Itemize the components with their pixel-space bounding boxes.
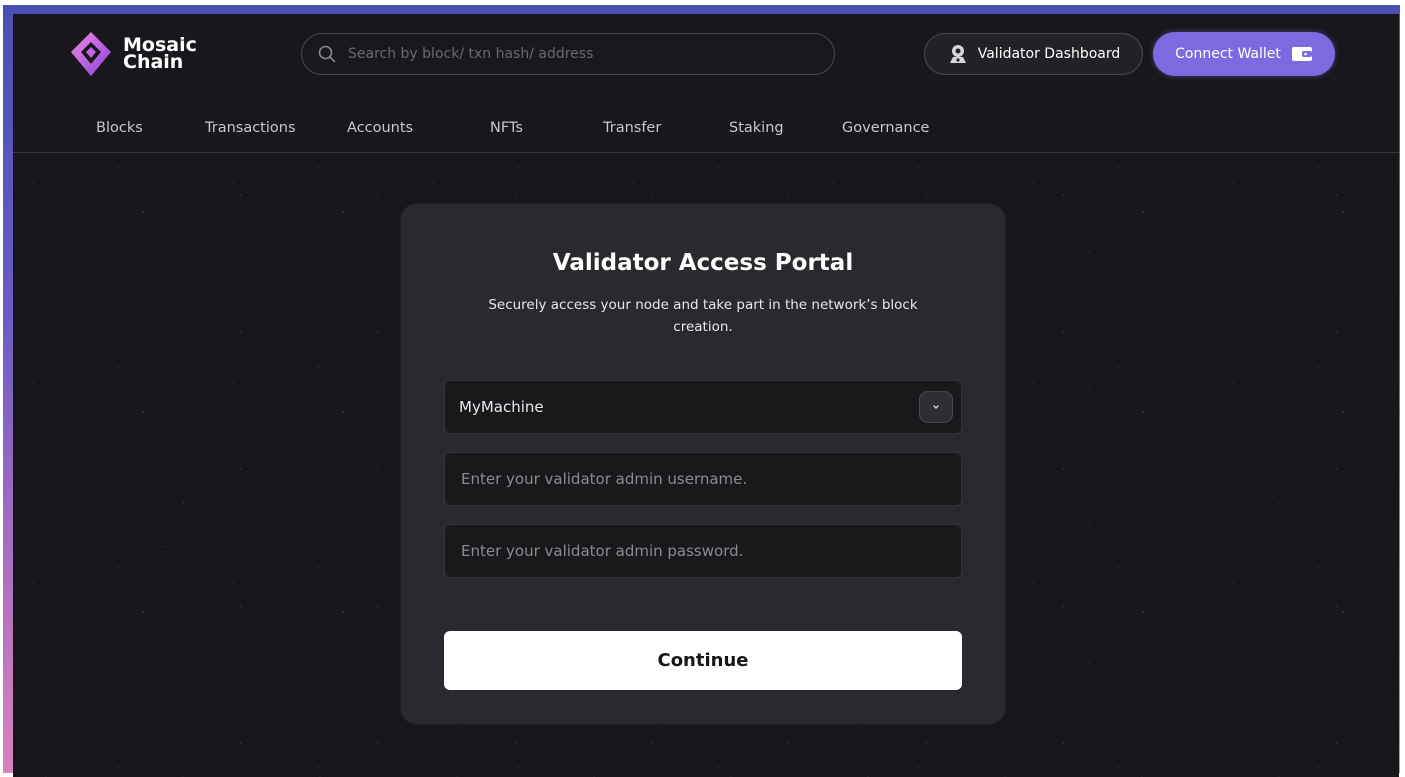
username-field[interactable] bbox=[444, 452, 962, 506]
nav-governance[interactable]: Governance bbox=[842, 120, 929, 136]
nav-accounts[interactable]: Accounts bbox=[347, 120, 413, 136]
portal-title: Validator Access Portal bbox=[552, 250, 854, 276]
continue-button[interactable]: Continue bbox=[444, 631, 962, 690]
machine-select[interactable]: MyMachine bbox=[444, 380, 962, 434]
password-field[interactable] bbox=[444, 524, 962, 578]
wallet-icon bbox=[1291, 47, 1312, 61]
brand-name-line2: Chain bbox=[123, 51, 184, 73]
brand-logo[interactable]: Mosaic Chain bbox=[69, 30, 197, 78]
search-bar[interactable] bbox=[301, 33, 835, 75]
password-input[interactable] bbox=[459, 541, 933, 561]
nav-blocks[interactable]: Blocks bbox=[96, 120, 143, 136]
validator-dashboard-button[interactable]: Validator Dashboard bbox=[924, 33, 1143, 75]
validator-dashboard-label: Validator Dashboard bbox=[977, 46, 1121, 62]
nav-transactions[interactable]: Transactions bbox=[205, 120, 296, 136]
connect-wallet-label: Connect Wallet bbox=[1175, 46, 1281, 62]
nav-nfts[interactable]: NFTs bbox=[490, 120, 523, 136]
mosaic-logo-icon bbox=[71, 32, 111, 76]
brand-name: Mosaic Chain bbox=[123, 36, 197, 73]
search-icon bbox=[318, 45, 336, 63]
nav-staking[interactable]: Staking bbox=[729, 120, 784, 136]
portal-subtitle: Securely access your node and take part … bbox=[488, 297, 918, 335]
validator-access-card: Validator Access Portal Securely access … bbox=[401, 204, 1005, 724]
validator-person-icon bbox=[949, 45, 966, 63]
app-window: Mosaic Chain Validator Dashboard bbox=[13, 14, 1399, 777]
window-frame: Mosaic Chain Validator Dashboard bbox=[3, 5, 1400, 777]
username-input[interactable] bbox=[459, 469, 933, 489]
main-nav: Blocks Transactions Accounts NFTs Transf… bbox=[13, 114, 1399, 144]
chevron-down-icon bbox=[933, 405, 939, 409]
top-bar: Mosaic Chain Validator Dashboard bbox=[13, 14, 1399, 153]
search-input[interactable] bbox=[346, 45, 820, 63]
connect-wallet-button[interactable]: Connect Wallet bbox=[1153, 32, 1335, 76]
nav-transfer[interactable]: Transfer bbox=[603, 120, 661, 136]
machine-dropdown-button[interactable] bbox=[919, 391, 953, 423]
machine-select-value: MyMachine bbox=[459, 398, 544, 416]
